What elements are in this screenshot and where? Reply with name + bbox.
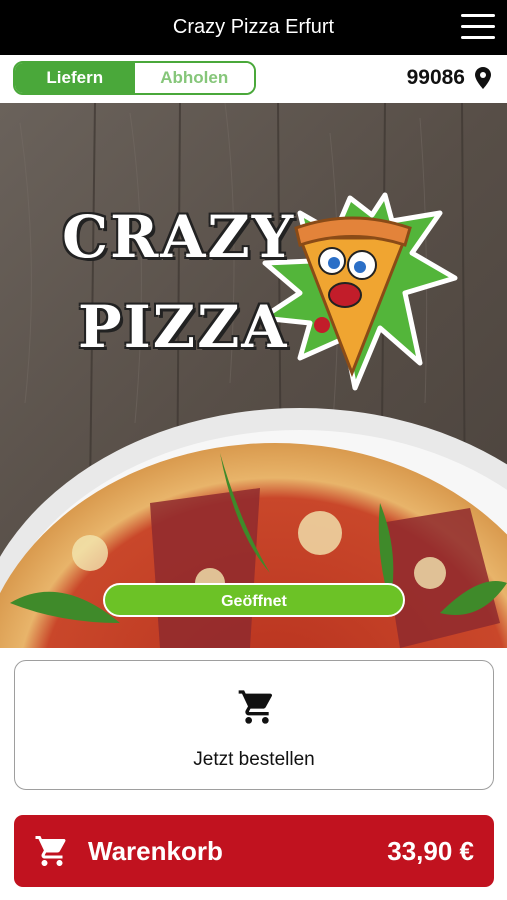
wood-background bbox=[0, 103, 507, 648]
hero-banner: CRAZY PIZZA bbox=[0, 103, 507, 648]
location-pin-icon bbox=[475, 67, 491, 89]
zip-code: 99086 bbox=[406, 66, 465, 89]
cart-icon bbox=[238, 690, 273, 724]
logo-line-2: PIZZA bbox=[78, 293, 289, 361]
order-now-button[interactable]: Jetzt bestellen bbox=[14, 660, 494, 790]
hamburger-menu-icon[interactable] bbox=[461, 14, 495, 40]
order-mode-bar: Liefern Abholen 99086 bbox=[0, 55, 507, 103]
delivery-mode-toggle: Liefern Abholen bbox=[13, 61, 256, 95]
logo-line-1: CRAZY bbox=[62, 203, 296, 271]
cart-button[interactable]: Warenkorb 33,90 € bbox=[14, 815, 494, 887]
toggle-pickup[interactable]: Abholen bbox=[134, 63, 254, 93]
cart-label: Warenkorb bbox=[88, 836, 223, 866]
top-app-bar: Crazy Pizza Erfurt bbox=[0, 0, 507, 55]
order-now-label: Jetzt bestellen bbox=[193, 749, 315, 770]
cart-icon bbox=[35, 836, 66, 866]
toggle-delivery[interactable]: Liefern bbox=[15, 63, 135, 93]
app-title: Crazy Pizza Erfurt bbox=[172, 16, 335, 38]
status-badge: Geöffnet bbox=[103, 583, 405, 617]
location-selector[interactable]: 99086 bbox=[407, 65, 491, 91]
cart-total: 33,90 € bbox=[387, 836, 474, 866]
